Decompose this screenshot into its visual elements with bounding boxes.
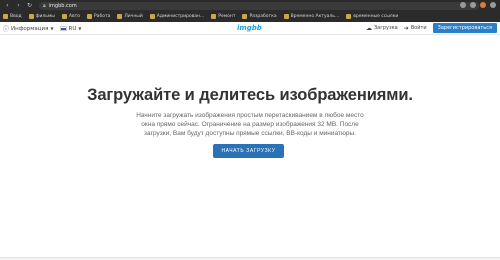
folder-icon [86,14,92,19]
reload-icon[interactable]: ↻ [26,2,33,9]
site-header: ⓘ Информация ▼ RU ▼ imgbb ☁ Загрузка ➜ В… [0,22,500,35]
bookmark-item[interactable]: Авто [61,14,80,19]
header-left: ⓘ Информация ▼ RU ▼ [3,24,82,34]
extension-icon[interactable] [460,2,466,8]
language-selector[interactable]: RU ▼ [59,25,82,32]
info-menu-label: Информация [11,25,49,32]
menu-icon[interactable] [490,2,496,8]
cloud-upload-icon: ☁ [365,24,372,32]
upload-label: Загрузка [373,25,398,31]
folder-icon [346,14,352,19]
login-link[interactable]: ➜ Войти [404,25,427,32]
folder-icon [117,14,123,19]
language-label: RU [68,25,77,32]
bookmark-item[interactable]: Администрирован... [149,14,204,19]
folder-icon [3,14,8,19]
bookmarks-bar: Ввод фильмы Авто Работа Личный Администр… [0,11,500,22]
folder-icon [211,14,217,19]
bookmark-item[interactable]: Временно Актуаль... [283,14,339,19]
hero-description-line: загрузки, Вам будут доступны прямые ссыл… [144,130,356,137]
hero-title: Загружайте и делитесь изображениями. [87,86,413,104]
signup-button[interactable]: Зарегистрироваться [432,23,497,33]
folder-icon [28,14,34,19]
forward-icon[interactable]: › [15,2,22,9]
bookmark-item[interactable]: временные ссылки [346,14,398,19]
hero-description-line: Начните загружать изображения простым пе… [136,112,364,119]
extension-icon[interactable] [470,2,476,8]
bookmark-item[interactable]: Работа [86,14,110,19]
address-url: imgbb.com [48,2,77,9]
folder-icon [61,14,67,19]
start-upload-button[interactable]: НАЧАТЬ ЗАГРУЗКУ [213,144,284,158]
folder-icon [283,14,289,19]
hero-description-line: окна прямо сейчас. Ограничение на размер… [141,121,359,128]
browser-chrome: ‹ › ↻ 🔒︎ imgbb.com Ввод фильмы Авто Рабо… [0,0,500,22]
back-icon[interactable]: ‹ [4,2,11,9]
site-logo[interactable]: imgbb [237,24,262,32]
info-icon: ⓘ [3,26,10,33]
folder-icon [149,14,155,19]
hero-description: Начните загружать изображения простым пе… [125,111,375,138]
chevron-down-icon: ▼ [50,26,54,31]
bookmark-item[interactable]: Разработка [242,14,277,19]
folder-icon [242,14,248,19]
upload-link[interactable]: ☁ Загрузка [366,25,398,32]
sign-in-icon: ➜ [403,24,409,32]
address-bar[interactable]: 🔒︎ imgbb.com [39,1,479,10]
url-bar-row: ‹ › ↻ 🔒︎ imgbb.com [0,0,500,11]
browser-actions [460,2,496,8]
header-right: ☁ Загрузка ➜ Войти Зарегистрироваться [366,23,497,33]
bookmark-item[interactable]: Ввод [3,14,22,19]
bookmark-item[interactable]: Ремонт [211,14,235,19]
login-label: Войти [410,25,427,31]
flag-icon [59,26,67,31]
lock-icon: 🔒︎ [43,2,46,9]
profile-avatar[interactable] [480,2,486,8]
bookmark-item[interactable]: Личный [117,14,143,19]
info-menu[interactable]: ⓘ Информация ▼ [3,24,54,34]
chevron-down-icon: ▼ [78,26,82,31]
bookmark-item[interactable]: фильмы [28,14,55,19]
